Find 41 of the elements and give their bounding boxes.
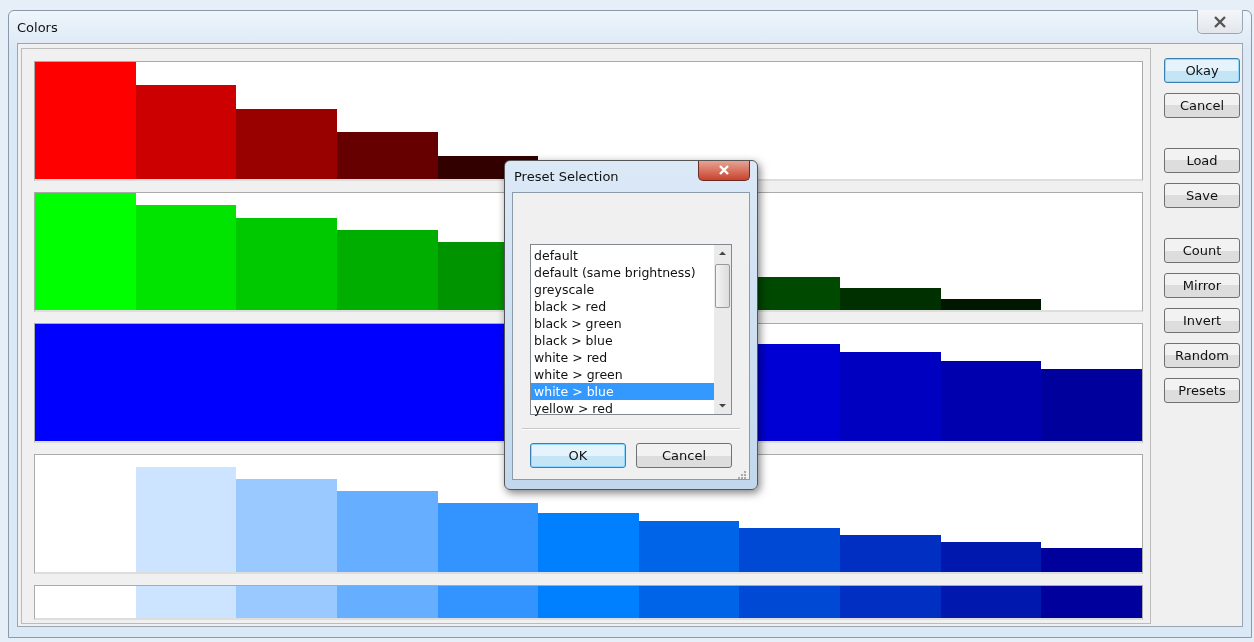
color-swatch[interactable] <box>538 586 639 618</box>
value-bar[interactable] <box>940 541 1042 572</box>
resize-grip-icon[interactable] <box>737 470 747 480</box>
action-button[interactable]: Mirror <box>1164 273 1240 298</box>
close-icon <box>718 165 730 175</box>
action-button[interactable]: Count <box>1164 238 1240 263</box>
action-button[interactable]: Cancel <box>1164 93 1240 118</box>
preset-item[interactable]: white > red <box>531 349 714 366</box>
preset-item[interactable]: greyscale <box>531 281 714 298</box>
action-button[interactable]: Presets <box>1164 378 1240 403</box>
action-button[interactable]: Load <box>1164 148 1240 173</box>
scrollbar[interactable] <box>714 245 731 414</box>
close-button[interactable] <box>698 160 750 181</box>
action-button[interactable]: Random <box>1164 343 1240 368</box>
color-swatch[interactable] <box>236 586 337 618</box>
dialog-button[interactable]: OK <box>530 443 626 468</box>
dialog-button[interactable]: Cancel <box>636 443 732 468</box>
color-swatch[interactable] <box>840 586 941 618</box>
preset-item[interactable]: black > blue <box>531 332 714 349</box>
action-button[interactable]: Okay <box>1164 58 1240 83</box>
color-swatch[interactable] <box>940 586 1042 618</box>
preset-item[interactable]: default <box>531 247 714 264</box>
window-title: Colors <box>17 19 58 35</box>
color-swatch[interactable] <box>336 586 438 618</box>
value-bar[interactable] <box>1041 368 1143 441</box>
color-swatch[interactable] <box>135 586 237 618</box>
action-button[interactable]: Save <box>1164 183 1240 208</box>
preset-item[interactable]: black > green <box>531 315 714 332</box>
preset-item[interactable]: black > red <box>531 298 714 315</box>
preset-item[interactable]: white > green <box>531 366 714 383</box>
close-button[interactable] <box>1197 10 1243 34</box>
preset-item[interactable]: yellow > red <box>531 400 714 417</box>
action-button[interactable]: Invert <box>1164 308 1240 333</box>
color-swatch[interactable] <box>437 586 539 618</box>
preset-item[interactable]: default (same brightness) <box>531 264 714 281</box>
color-swatch[interactable] <box>739 586 841 618</box>
scroll-thumb[interactable] <box>715 264 730 308</box>
dialog-title: Preset Selection <box>514 169 619 184</box>
color-swatch[interactable] <box>638 586 740 618</box>
color-swatch[interactable] <box>1041 586 1143 618</box>
close-icon <box>1213 15 1227 28</box>
